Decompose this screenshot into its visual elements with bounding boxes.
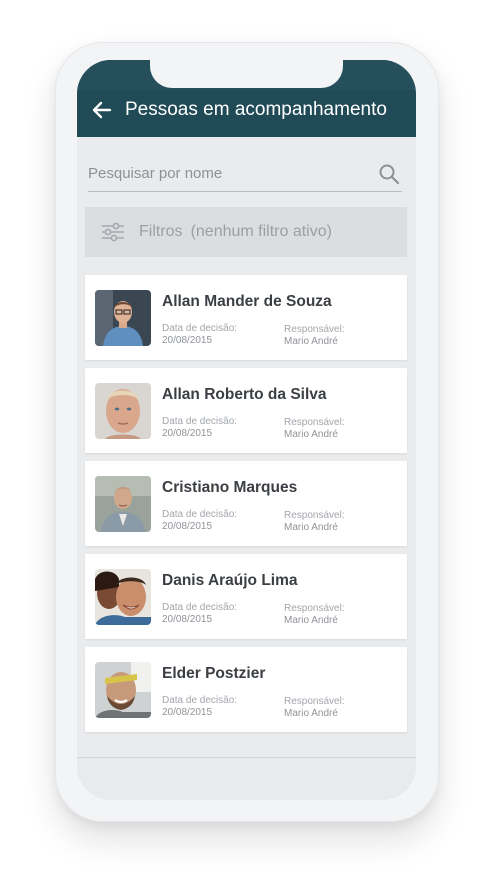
decision-date-label: Data de decisão:: [162, 323, 238, 334]
bottom-bar: [77, 757, 416, 800]
responsible-label: Responsável:: [284, 696, 345, 707]
decision-date: 20/08/2015: [162, 335, 213, 346]
person-card[interactable]: Cristiano Marques Data de decisão: 20/08…: [85, 461, 407, 546]
responsible-label: Responsável:: [284, 324, 345, 335]
person-card[interactable]: Allan Mander de Souza Data de decisão: 2…: [85, 275, 407, 360]
responsible-name: Mario André: [284, 522, 338, 533]
avatar: [95, 290, 151, 346]
person-card[interactable]: Allan Roberto da Silva Data de decisão: …: [85, 368, 407, 453]
responsible-label: Responsável:: [284, 417, 345, 428]
decision-date: 20/08/2015: [162, 707, 213, 718]
search-icon[interactable]: [378, 163, 400, 185]
avatar: [95, 662, 151, 718]
decision-date-label: Data de decisão:: [162, 602, 238, 613]
responsible-label: Responsável:: [284, 510, 345, 521]
decision-date-label: Data de decisão:: [162, 695, 238, 706]
back-button[interactable]: [89, 98, 115, 122]
filters-button[interactable]: Filtros (nenhum filtro ativo): [85, 207, 407, 257]
person-name: Allan Roberto da Silva: [162, 386, 327, 403]
filters-label: Filtros: [139, 223, 183, 240]
people-list: Allan Mander de Souza Data de decisão: 2…: [85, 275, 407, 740]
avatar: [95, 476, 151, 532]
avatar: [95, 569, 151, 625]
person-name: Elder Postzier: [162, 665, 266, 682]
person-card[interactable]: Danis Araújo Lima Data de decisão: 20/08…: [85, 554, 407, 639]
decision-date-label: Data de decisão:: [162, 416, 238, 427]
responsible-name: Mario André: [284, 615, 338, 626]
page-title: Pessoas em acompanhamento: [125, 99, 387, 120]
avatar: [95, 383, 151, 439]
decision-date: 20/08/2015: [162, 521, 213, 532]
responsible-label: Responsável:: [284, 603, 345, 614]
decision-date: 20/08/2015: [162, 614, 213, 625]
responsible-name: Mario André: [284, 429, 338, 440]
decision-date: 20/08/2015: [162, 428, 213, 439]
responsible-name: Mario André: [284, 708, 338, 719]
responsible-name: Mario André: [284, 336, 338, 347]
phone-notch: [150, 60, 343, 88]
filters-status: (nenhum filtro ativo): [190, 223, 332, 240]
person-name: Allan Mander de Souza: [162, 293, 332, 310]
app-screen: Pessoas em acompanhamento Filtros (nenhu…: [77, 60, 416, 800]
search-input[interactable]: [88, 155, 368, 191]
sliders-icon: [102, 222, 124, 242]
arrow-left-icon: [92, 101, 112, 119]
person-name: Danis Araújo Lima: [162, 572, 298, 589]
person-name: Cristiano Marques: [162, 479, 298, 496]
decision-date-label: Data de decisão:: [162, 509, 238, 520]
search-bar: [88, 155, 402, 192]
person-card[interactable]: Elder Postzier Data de decisão: 20/08/20…: [85, 647, 407, 732]
